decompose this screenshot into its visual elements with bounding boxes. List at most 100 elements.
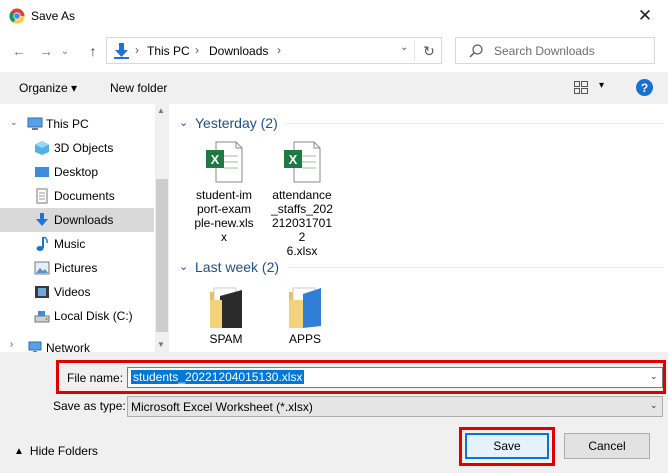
file-name-label: File name:	[67, 371, 124, 385]
sidebar-item-videos[interactable]: Videos	[0, 280, 154, 304]
scrollbar-thumb[interactable]	[156, 179, 168, 332]
breadcrumb-separator: ›	[135, 43, 139, 57]
cancel-button[interactable]: Cancel	[564, 433, 650, 459]
file-name-value[interactable]: students_20221204015130.xlsx	[131, 370, 305, 384]
breadcrumb-separator: ›	[277, 43, 281, 57]
group-header-yesterday[interactable]: Yesterday (2)	[195, 115, 278, 131]
address-bar[interactable]: › This PC › Downloads › ⌄ ↻	[106, 37, 442, 64]
sidebar-item-label: Network	[46, 341, 91, 352]
chevron-down-icon[interactable]: ⌄	[650, 400, 658, 411]
sidebar-item-local-disk[interactable]: Local Disk (C:)	[0, 304, 154, 328]
sidebar-item-network[interactable]: › Network	[0, 336, 154, 352]
chevron-up-icon[interactable]: ▲	[14, 446, 24, 457]
desktop-icon	[35, 167, 49, 177]
organize-button[interactable]: Organize ▾	[19, 81, 77, 95]
help-icon[interactable]: ?	[641, 81, 648, 95]
folder-item[interactable]: SPAM	[194, 286, 258, 348]
hide-folders-label[interactable]: Hide Folders	[30, 444, 98, 458]
sidebar-item-label: Desktop	[54, 165, 99, 179]
file-name-input[interactable]: students_20221204015130.xlsx ⌄	[127, 367, 663, 388]
sidebar-item-this-pc[interactable]: ⌄ This PC	[0, 112, 154, 136]
sidebar-item-label: 3D Objects	[54, 141, 114, 155]
sidebar-item-documents[interactable]: Documents	[0, 184, 154, 208]
chevron-down-icon[interactable]: ⌄	[650, 371, 658, 382]
excel-file-icon: X	[206, 141, 243, 183]
folder-icon	[289, 287, 321, 328]
group-collapse-icon[interactable]: ⌄	[179, 116, 188, 129]
sidebar-item-desktop[interactable]: Desktop	[0, 160, 154, 184]
group-divider	[286, 123, 664, 124]
download-icon	[36, 213, 48, 226]
refresh-icon[interactable]: ↻	[423, 43, 435, 60]
save-button[interactable]: Save	[465, 433, 549, 459]
close-button[interactable]: ✕	[628, 3, 662, 29]
music-icon	[36, 236, 48, 251]
forward-button[interactable]: →	[36, 40, 56, 62]
close-icon[interactable]: ✕	[638, 6, 652, 26]
sidebar-scrollbar[interactable]: ▲ ▼	[155, 104, 169, 352]
videos-icon	[35, 286, 49, 298]
sidebar-item-music[interactable]: Music	[0, 232, 154, 256]
up-arrow-icon[interactable]: ↑	[90, 43, 97, 59]
group-divider	[288, 267, 664, 268]
sidebar-item-3d-objects[interactable]: 3D Objects	[0, 136, 154, 160]
documents-icon	[36, 188, 48, 204]
folder-name-label: APPS	[288, 332, 321, 346]
sidebar-item-label: Downloads	[54, 213, 114, 227]
search-input[interactable]: Search Downloads	[494, 44, 595, 58]
chrome-icon	[9, 8, 25, 24]
download-folder-icon	[114, 43, 129, 59]
group-collapse-icon[interactable]: ⌄	[179, 260, 188, 273]
file-item[interactable]: X attendance _staffs_202 2120317012 6.xl…	[270, 140, 334, 258]
pc-icon	[27, 117, 43, 130]
view-dropdown-icon[interactable]: ▾	[599, 80, 604, 91]
folder-icon	[210, 287, 242, 328]
svg-text:X: X	[211, 152, 220, 167]
expand-chevron-icon[interactable]: ›	[10, 339, 13, 350]
scroll-down-arrow-icon[interactable]: ▼	[157, 340, 165, 349]
forward-arrow-icon[interactable]: →	[39, 43, 53, 59]
new-folder-button[interactable]: New folder	[110, 81, 167, 95]
back-button[interactable]: ←	[9, 40, 29, 62]
svg-text:X: X	[289, 152, 298, 167]
file-name-label: attendance _staffs_202 2120317012 6.xlsx	[271, 188, 333, 258]
breadcrumb-downloads[interactable]: Downloads	[209, 44, 268, 58]
sidebar-item-label: Music	[54, 237, 86, 251]
search-icon	[469, 44, 483, 58]
help-button[interactable]: ?	[636, 79, 653, 96]
cube-icon	[35, 141, 49, 155]
recent-locations-button[interactable]: ⌄	[58, 40, 72, 62]
title-bar: Save As ✕	[0, 0, 668, 32]
window-title: Save As	[31, 9, 76, 23]
search-box[interactable]: Search Downloads	[455, 37, 655, 64]
file-list: ⌄ Yesterday (2) X student-im port-exam p…	[170, 104, 668, 356]
breadcrumb-this-pc[interactable]: This PC	[147, 44, 190, 58]
save-as-type-label: Save as type:	[53, 399, 126, 413]
save-as-type-value[interactable]: Microsoft Excel Worksheet (*.xlsx)	[131, 400, 313, 414]
save-as-type-select[interactable]: Microsoft Excel Worksheet (*.xlsx) ⌄	[127, 396, 663, 417]
sidebar-item-label: This PC	[46, 117, 89, 131]
sidebar-item-downloads[interactable]: Downloads	[0, 208, 154, 232]
command-bar: Organize ▾ New folder ▾ ?	[0, 72, 668, 104]
folder-item[interactable]: APPS	[273, 286, 337, 348]
file-item[interactable]: X student-im port-exam ple-new.xls x	[192, 140, 256, 252]
back-arrow-icon[interactable]: ←	[12, 43, 26, 59]
sidebar-item-label: Documents	[54, 189, 115, 203]
scroll-up-arrow-icon[interactable]: ▲	[157, 106, 165, 115]
collapse-chevron-icon[interactable]: ⌄	[10, 117, 18, 128]
breadcrumb-separator: ›	[195, 43, 199, 57]
sidebar-item-label: Local Disk (C:)	[54, 309, 133, 323]
refresh-button[interactable]: ↻	[419, 41, 439, 61]
sidebar-item-pictures[interactable]: Pictures	[0, 256, 154, 280]
folder-name-label: SPAM	[209, 332, 243, 346]
chevron-down-icon[interactable]: ⌄	[61, 46, 69, 57]
view-options-icon[interactable]	[574, 81, 588, 95]
sidebar-item-label: Videos	[54, 285, 91, 299]
hide-folders-button[interactable]: ▲ Hide Folders	[14, 444, 98, 458]
up-button[interactable]: ↑	[83, 40, 103, 62]
address-dropdown-icon[interactable]: ⌄	[400, 42, 408, 53]
file-name-label: student-im port-exam ple-new.xls x	[194, 188, 254, 244]
group-header-last-week[interactable]: Last week (2)	[195, 259, 279, 275]
pictures-icon	[34, 261, 50, 275]
navigation-pane: ⌄ This PC 3D Objects Desktop Documents D…	[0, 104, 154, 352]
